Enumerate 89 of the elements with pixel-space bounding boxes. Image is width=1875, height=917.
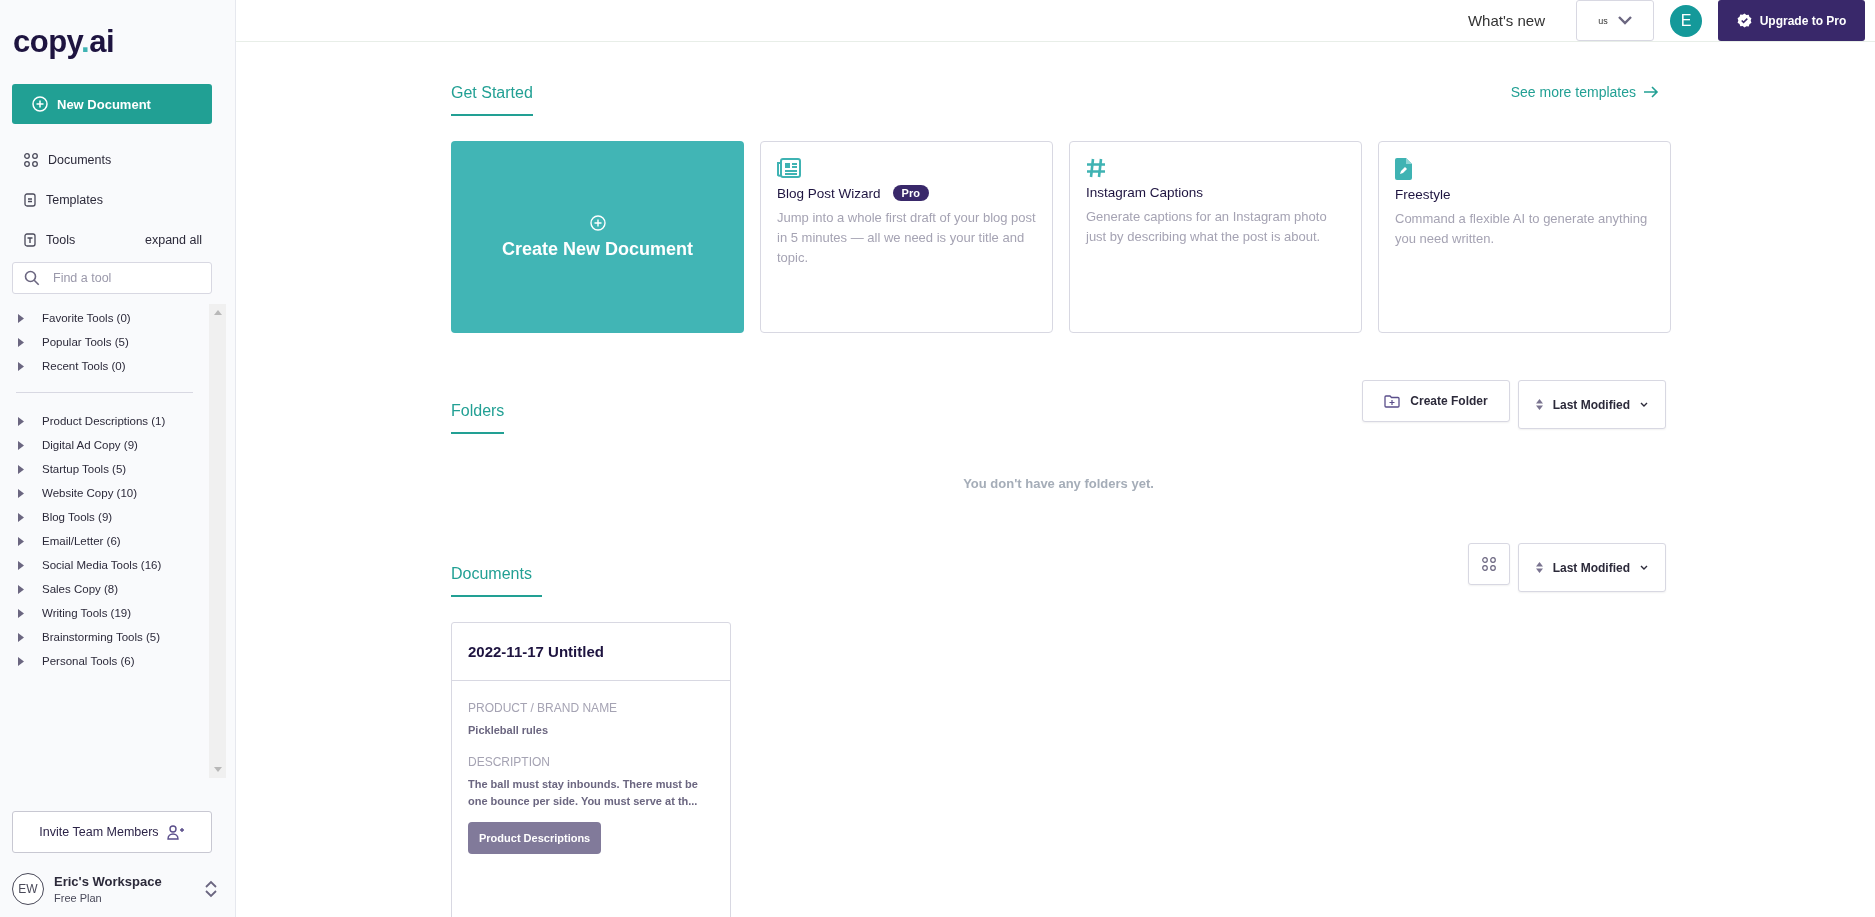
workspace-plan: Free Plan [54, 892, 103, 904]
caret-icon [18, 632, 24, 642]
section-heading: Documents [451, 565, 542, 597]
tool-category[interactable]: Brainstorming Tools (5) [12, 625, 207, 649]
caret-icon [18, 361, 24, 371]
caret-icon [18, 337, 24, 347]
template-card[interactable]: Blog Post Wizard Pro Jump into a whole first draft of your blog post in 5 minutes — all we need is your title and topic. [760, 141, 1053, 333]
card-title: Instagram Captions [1086, 185, 1204, 200]
caret-icon [18, 313, 24, 323]
grid-icon [1481, 557, 1496, 571]
create-folder-button[interactable]: Create Folder [1362, 380, 1510, 422]
card-description: Command a flexible AI to generate anything you need written. [1395, 210, 1649, 248]
upgrade-button[interactable]: Upgrade to Pro [1718, 0, 1865, 41]
plus-circle-icon [32, 96, 48, 112]
field-label: PRODUCT / BRAND NAME [468, 701, 618, 715]
sort-dropdown[interactable]: Last Modified [1517, 543, 1666, 592]
card-title: Create New Document [501, 238, 694, 260]
locale-dropdown[interactable]: us [1576, 0, 1654, 41]
caret-icon [18, 512, 24, 522]
sort-dropdown[interactable]: Last Modified [1517, 380, 1666, 429]
arrow-right-icon [1644, 86, 1659, 98]
template-card[interactable]: Instagram Captions Generate captions for an Instagram photo just by describing what the post is about. [1069, 141, 1362, 333]
tool-category[interactable]: Blog Tools (9) [12, 505, 207, 529]
whats-new-link[interactable]: What's new [1467, 12, 1545, 29]
tool-category[interactable]: Website Copy (10) [12, 481, 207, 505]
scroll-up-icon[interactable] [213, 309, 222, 315]
sort-icon [1535, 562, 1543, 573]
newspaper-icon [777, 158, 801, 178]
badge-check-icon [1736, 13, 1752, 28]
caret-icon [18, 416, 24, 426]
search-field[interactable]: Find a tool [12, 262, 212, 294]
document-card[interactable]: 2022-11-17 Untitled PRODUCT / BRAND NAME Pickleball rules DESCRIPTION The ball must stay inbounds. There must be one bounce per side. You must serve at th... Product Descriptions [451, 622, 731, 917]
workspace-name[interactable]: Eric's Workspace [54, 874, 195, 889]
nav-item[interactable]: Templates [46, 193, 103, 207]
tool-category[interactable]: Social Media Tools (16) [12, 553, 207, 577]
document-icon [24, 193, 36, 207]
tool-category[interactable]: Startup Tools (5) [12, 457, 207, 481]
folder-plus-icon [1384, 394, 1401, 408]
sort-icon [1535, 399, 1543, 410]
logo[interactable]: copy.ai [13, 24, 115, 60]
tool-category[interactable]: Sales Copy (8) [12, 577, 207, 601]
caret-icon [18, 464, 24, 474]
tool-category[interactable]: Writing Tools (19) [12, 601, 207, 625]
expand-all-link[interactable]: expand all [145, 233, 212, 247]
text-tool-icon [24, 233, 36, 247]
tool-category[interactable]: Popular Tools (5) [12, 330, 207, 354]
empty-folders-message: You don't have any folders yet. [962, 476, 1155, 491]
pro-badge: Pro [892, 185, 929, 201]
tool-category[interactable]: Personal Tools (6) [12, 649, 207, 673]
tool-category[interactable]: Recent Tools (0) [12, 354, 207, 378]
tool-category[interactable]: Email/Letter (6) [12, 529, 207, 553]
nav-item[interactable]: Tools [46, 233, 76, 247]
chevron-down-icon [1640, 565, 1648, 570]
template-card[interactable]: Freestyle Command a flexible AI to generate anything you need written. [1378, 141, 1671, 333]
card-description: Jump into a whole first draft of your blog post in 5 minutes — all we need is your title and topic. [777, 209, 1036, 267]
chevron-down-icon [1640, 402, 1648, 407]
card-description: Generate captions for an Instagram photo just by describing what the post is about. [1086, 208, 1328, 246]
caret-icon [18, 536, 24, 546]
caret-icon [18, 608, 24, 618]
caret-icon [18, 560, 24, 570]
tool-tag-button[interactable]: Product Descriptions [468, 822, 602, 854]
document-title: 2022-11-17 Untitled [452, 623, 730, 681]
chevron-up-down-icon[interactable] [205, 880, 217, 898]
scroll-down-icon[interactable] [213, 767, 222, 773]
tool-category[interactable]: Favorite Tools (0) [12, 306, 207, 330]
section-heading: Get Started [451, 84, 533, 116]
caret-icon [18, 488, 24, 498]
card-title: Blog Post Wizard [777, 185, 881, 201]
grid-view-button[interactable] [1467, 543, 1510, 585]
chevron-down-icon [1617, 16, 1632, 25]
nav-item[interactable]: Documents [48, 153, 112, 167]
field-value: The ball must stay inbounds. There must be one bounce per side. You must serve at th... [468, 777, 699, 809]
add-user-icon [166, 824, 185, 840]
grid-icon [24, 153, 38, 167]
tool-category[interactable]: Product Descriptions (1) [12, 409, 207, 433]
scrollbar[interactable] [209, 304, 226, 778]
hash-icon [1086, 158, 1106, 178]
field-value: Pickleball rules [468, 723, 549, 738]
card-title: Freestyle [1395, 187, 1451, 202]
section-heading: Folders [451, 402, 505, 434]
caret-icon [18, 584, 24, 594]
tool-category[interactable]: Digital Ad Copy (9) [12, 433, 207, 457]
workspace-avatar: EW [12, 873, 44, 905]
field-label: DESCRIPTION [468, 755, 550, 769]
file-pen-icon [1395, 158, 1412, 180]
plus-circle-icon [589, 214, 606, 231]
invite-team-members-button[interactable]: Invite Team Members [12, 811, 212, 853]
caret-icon [18, 440, 24, 450]
caret-icon [18, 656, 24, 666]
